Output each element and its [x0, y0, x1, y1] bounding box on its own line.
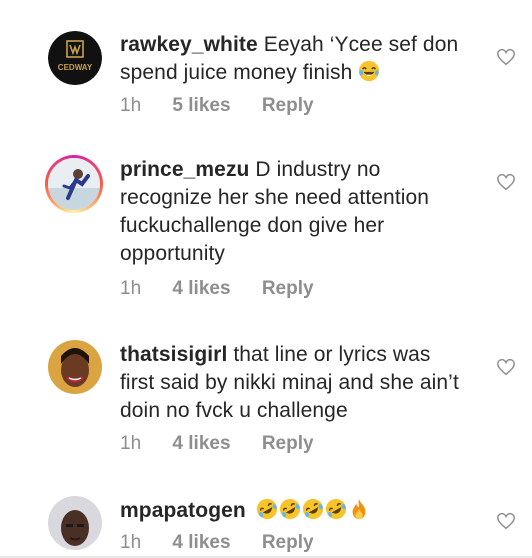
comment-meta: 1h 4 likes Reply	[120, 532, 340, 554]
likes-count-button[interactable]: 5 likes	[172, 95, 230, 116]
rofl-emoji	[279, 498, 300, 520]
comment-time: 1h	[120, 532, 142, 553]
likes-count-button[interactable]: 4 likes	[172, 433, 230, 454]
laughing-tears-emoji	[359, 60, 380, 82]
rofl-emoji	[302, 498, 323, 520]
like-heart-icon[interactable]	[496, 358, 516, 376]
comment-item: prince_mezu D industry no recognize her …	[0, 140, 532, 328]
like-heart-icon[interactable]	[496, 48, 516, 66]
likes-count-button[interactable]: 4 likes	[172, 278, 230, 299]
avatar[interactable]	[45, 155, 103, 213]
comment-meta: 1h 5 likes Reply	[120, 95, 340, 117]
comment-time: 1h	[120, 95, 142, 116]
comment-item: thatsisigirl that line or lyrics was fir…	[0, 328, 532, 488]
avatar-logo-icon: CEDWAY	[48, 31, 102, 85]
avatar[interactable]	[48, 340, 102, 394]
comment-time: 1h	[120, 278, 142, 299]
like-heart-icon[interactable]	[496, 512, 516, 530]
rofl-emoji	[325, 498, 346, 520]
like-heart-icon[interactable]	[496, 173, 516, 191]
comment-emojis	[256, 498, 371, 522]
comment-username[interactable]: thatsisigirl	[120, 343, 227, 366]
comment-body: prince_mezu D industry no recognize her …	[120, 156, 470, 268]
reply-button[interactable]: Reply	[262, 433, 314, 454]
fire-emoji	[352, 498, 366, 520]
comment-body: rawkey_white Eeyah ‘Ycee sef don spend j…	[120, 31, 470, 87]
avatar[interactable]	[48, 496, 102, 550]
comment-body: thatsisigirl that line or lyrics was fir…	[120, 341, 470, 425]
comment-time: 1h	[120, 433, 142, 454]
comment-meta: 1h 4 likes Reply	[120, 433, 340, 455]
comment-username[interactable]: rawkey_white	[120, 33, 258, 56]
comment-username[interactable]: mpapatogen	[120, 499, 246, 522]
reply-button[interactable]: Reply	[262, 95, 314, 116]
svg-text:CEDWAY: CEDWAY	[58, 63, 93, 72]
comment-body: mpapatogen	[120, 497, 470, 525]
likes-count-button[interactable]: 4 likes	[172, 532, 230, 553]
avatar-photo-icon	[48, 158, 100, 210]
rofl-emoji	[256, 498, 277, 520]
avatar[interactable]: CEDWAY	[48, 31, 102, 85]
comment-username[interactable]: prince_mezu	[120, 158, 249, 181]
comment-meta: 1h 4 likes Reply	[120, 278, 340, 300]
reply-button[interactable]: Reply	[262, 532, 314, 553]
reply-button[interactable]: Reply	[262, 278, 314, 299]
avatar-photo-icon	[48, 496, 102, 550]
comment-item: mpapatogen 1h 4 likes Reply	[0, 488, 532, 558]
avatar-photo-icon	[48, 340, 102, 394]
comment-item: CEDWAY rawkey_white Eeyah ‘Ycee sef don …	[0, 0, 532, 140]
